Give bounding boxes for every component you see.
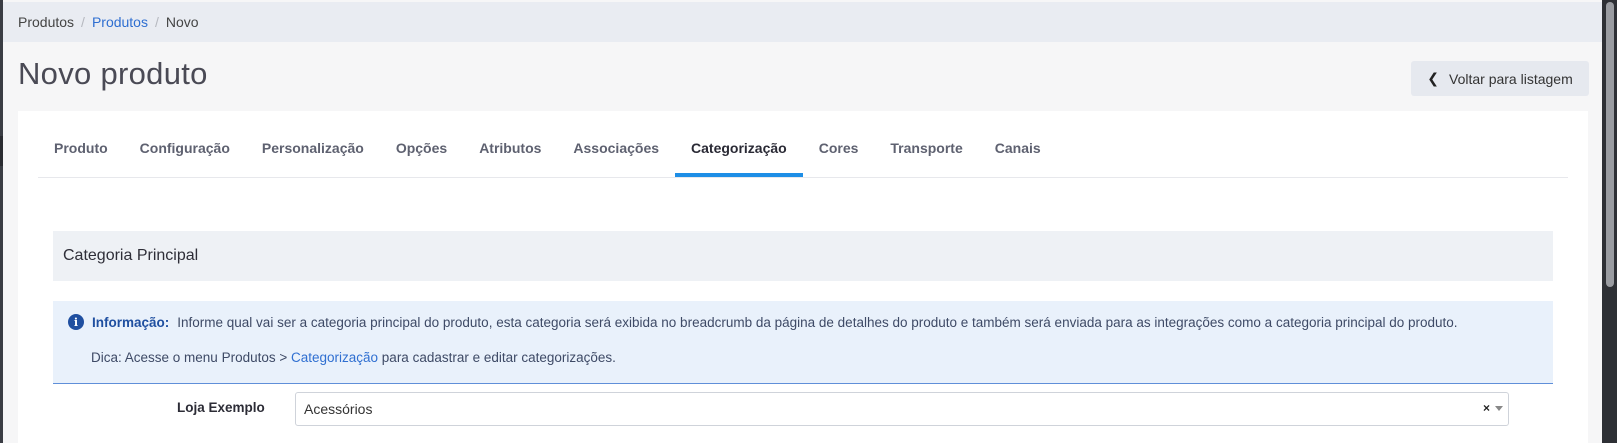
chevron-left-icon: ❮ [1427, 70, 1439, 86]
section-title-categoria-principal: Categoria Principal [53, 231, 1553, 281]
back-to-list-button[interactable]: ❮ Voltar para listagem [1411, 61, 1589, 96]
main-category-select[interactable]: Acessórios × [295, 392, 1509, 426]
info-label: Informação: [92, 314, 170, 330]
breadcrumb-item-produtos[interactable]: Produtos [18, 14, 74, 30]
vertical-scrollbar[interactable] [1602, 0, 1617, 443]
tab-categorizacao[interactable]: Categorização [675, 111, 803, 177]
chevron-down-icon[interactable] [1495, 406, 1503, 411]
window-edge-mark [0, 136, 3, 166]
breadcrumb-item-novo: Novo [165, 14, 199, 30]
info-tip-suffix: para cadastrar e editar categorizações. [378, 350, 616, 365]
breadcrumb-link-produtos[interactable]: Produtos [92, 14, 148, 30]
tab-cores[interactable]: Cores [803, 111, 875, 177]
info-tip-prefix: Dica: Acesse o menu Produtos > [91, 350, 291, 365]
scrollbar-thumb[interactable] [1606, 2, 1614, 287]
page-title: Novo produto [18, 56, 208, 91]
tab-atributos[interactable]: Atributos [463, 111, 557, 177]
tab-opcoes[interactable]: Opções [380, 111, 463, 177]
breadcrumb-separator: / [81, 14, 85, 30]
info-tip: Dica: Acesse o menu Produtos > Categoriz… [91, 350, 616, 365]
tab-personalizacao[interactable]: Personalização [246, 111, 380, 177]
main-category-value: Acessórios [304, 401, 373, 417]
tab-associacoes[interactable]: Associações [557, 111, 675, 177]
product-form-panel: Produto Configuração Personalização Opçõ… [18, 111, 1588, 443]
window-edge [0, 0, 3, 443]
clear-icon[interactable]: × [1483, 401, 1490, 415]
tab-configuracao[interactable]: Configuração [124, 111, 246, 177]
tab-canais[interactable]: Canais [979, 111, 1057, 177]
info-icon: i [68, 314, 84, 330]
app-window: Produtos / Produtos / Novo Novo produto … [0, 0, 1602, 443]
tab-bar: Produto Configuração Personalização Opçõ… [38, 111, 1568, 178]
store-label: Loja Exemplo [177, 400, 265, 415]
breadcrumb-separator: / [154, 14, 159, 30]
categorizacao-link[interactable]: Categorização [291, 350, 378, 365]
breadcrumb: Produtos / Produtos / Novo [3, 2, 1602, 42]
tab-produto[interactable]: Produto [38, 111, 124, 177]
info-alert: i Informação: Informe qual vai ser a cat… [53, 301, 1553, 384]
info-message: Informe qual vai ser a categoria princip… [177, 314, 1458, 330]
tab-transporte[interactable]: Transporte [874, 111, 978, 177]
back-to-list-label: Voltar para listagem [1449, 70, 1573, 87]
